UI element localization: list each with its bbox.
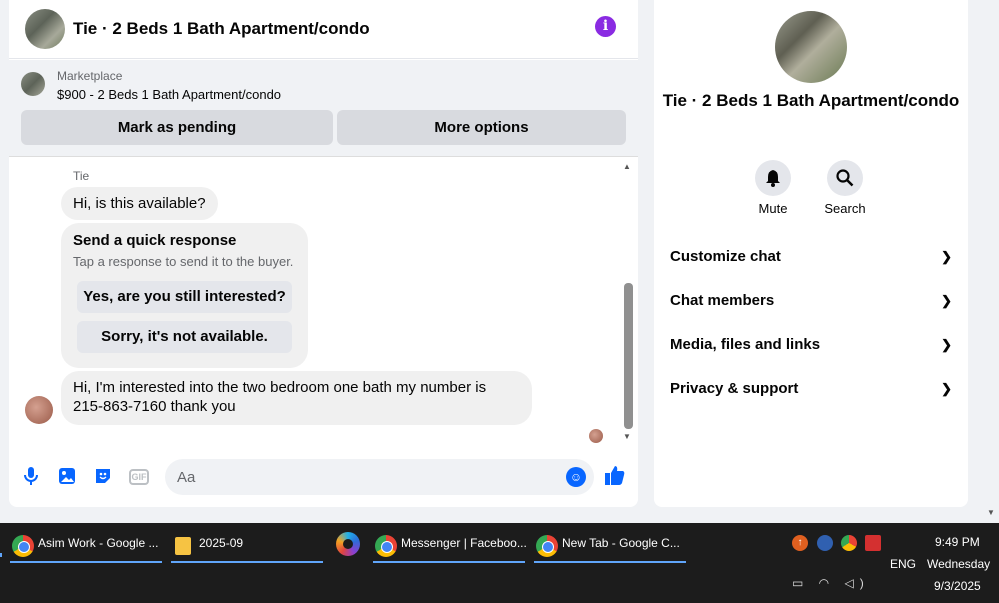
sender-name: Tie <box>73 169 90 183</box>
taskbar-item-label: 2025-09 <box>199 536 244 550</box>
scroll-up-arrow-icon[interactable]: ▲ <box>623 162 631 171</box>
microphone-icon[interactable] <box>21 466 41 488</box>
listing-title[interactable]: $900 - 2 Beds 1 Bath Apartment/condo <box>57 87 281 102</box>
taskbar-edge-indicator <box>0 553 2 557</box>
search-label: Search <box>824 201 866 216</box>
clock-date[interactable]: 9/3/2025 <box>934 579 981 593</box>
app-tray-icon[interactable] <box>817 535 833 551</box>
quick-response-option[interactable]: Yes, are you still interested? <box>77 281 292 313</box>
search-icon <box>827 160 863 196</box>
profile-title: Tie · 2 Beds 1 Bath Apartment/condo <box>662 91 960 110</box>
seen-indicator-avatar <box>589 429 603 443</box>
section-label: Customize chat <box>670 248 781 265</box>
taskbar-item-label: Asim Work - Google ... <box>38 536 159 550</box>
active-indicator <box>534 561 686 563</box>
section-label: Chat members <box>670 292 775 309</box>
chevron-down-icon: ❯ <box>941 337 952 352</box>
taskbar-item-label: New Tab - Google C... <box>562 536 680 550</box>
folder-icon <box>175 537 191 555</box>
customize-chat-section[interactable]: Customize chat ❯ <box>670 243 952 271</box>
chat-members-section[interactable]: Chat members ❯ <box>670 287 952 315</box>
listing-thumbnail[interactable] <box>21 72 45 96</box>
info-icon[interactable]: i <box>595 16 616 37</box>
chrome-icon <box>375 535 397 557</box>
taskbar-item-chrome-asim[interactable]: Asim Work - Google ... <box>10 529 162 563</box>
privacy-support-section[interactable]: Privacy & support ❯ <box>670 375 952 403</box>
mark-as-pending-button[interactable]: Mark as pending <box>21 110 333 145</box>
mute-button[interactable]: Mute <box>743 160 803 216</box>
sender-avatar[interactable] <box>25 396 53 424</box>
clock-day[interactable]: Wednesday <box>927 557 990 571</box>
scrollbar-thumb[interactable] <box>624 283 633 429</box>
bell-icon <box>755 160 791 196</box>
gif-icon[interactable]: GIF <box>129 469 149 485</box>
section-label: Privacy & support <box>670 380 799 397</box>
active-indicator <box>171 561 323 563</box>
taskbar: Asim Work - Google ... 2025-09 Messenger… <box>0 523 999 603</box>
taskbar-item-messenger[interactable]: Messenger | Faceboo... <box>373 529 527 563</box>
more-options-button[interactable]: More options <box>337 110 626 145</box>
emoji-icon[interactable]: ☺ <box>566 467 586 487</box>
chevron-down-icon: ❯ <box>941 381 952 396</box>
sticker-icon[interactable] <box>93 466 113 488</box>
media-files-links-section[interactable]: Media, files and links ❯ <box>670 331 952 359</box>
section-label: Media, files and links <box>670 336 821 353</box>
chevron-down-icon: ❯ <box>941 249 952 264</box>
active-indicator <box>10 561 162 563</box>
quick-response-card: Send a quick response Tap a response to … <box>61 223 308 368</box>
photo-icon[interactable] <box>57 466 77 488</box>
edge-browser-icon[interactable] <box>336 532 360 556</box>
taskbar-item-new-tab[interactable]: New Tab - Google C... <box>534 529 686 563</box>
chrome-icon <box>12 535 34 557</box>
profile-avatar[interactable] <box>775 11 847 83</box>
message-input[interactable] <box>165 459 545 495</box>
scroll-down-arrow-icon[interactable]: ▼ <box>623 432 631 441</box>
marketplace-banner: Marketplace $900 - 2 Beds 1 Bath Apartme… <box>9 60 638 157</box>
thumbs-up-icon[interactable] <box>604 464 626 492</box>
language-indicator[interactable]: ENG <box>890 557 916 571</box>
chevron-down-icon: ❯ <box>941 293 952 308</box>
message-composer: GIF ☺ <box>9 452 638 504</box>
system-status-icons[interactable]: ▭ ◠ ◁) <box>792 576 870 590</box>
media-tray-icon[interactable] <box>865 535 881 551</box>
chat-panel: Tie · 2 Beds 1 Bath Apartment/condo i Ma… <box>9 0 638 507</box>
active-indicator <box>373 561 525 563</box>
quick-response-subtitle: Tap a response to send it to the buyer. <box>73 254 294 269</box>
chat-title[interactable]: Tie · 2 Beds 1 Bath Apartment/condo <box>73 19 370 39</box>
message-list: Tie Hi, is this available? Send a quick … <box>9 158 638 448</box>
message-input-wrapper: ☺ <box>165 459 594 495</box>
taskbar-item-label: Messenger | Faceboo... <box>401 536 527 550</box>
quick-response-option[interactable]: Sorry, it's not available. <box>77 321 292 353</box>
update-tray-icon[interactable]: ↑ <box>792 535 808 551</box>
quick-response-title: Send a quick response <box>73 232 237 249</box>
message-bubble[interactable]: Hi, I'm interested into the two bedroom … <box>61 371 532 425</box>
marketplace-label: Marketplace <box>57 69 123 83</box>
message-bubble[interactable]: Hi, is this available? <box>61 187 218 220</box>
chat-avatar[interactable] <box>25 9 65 49</box>
chrome-tray-icon[interactable] <box>841 535 857 551</box>
chat-header: Tie · 2 Beds 1 Bath Apartment/condo i <box>9 0 638 59</box>
page-scroll-down-arrow-icon[interactable]: ▼ <box>987 508 995 517</box>
chat-details-panel: Tie · 2 Beds 1 Bath Apartment/condo Mute… <box>654 0 968 507</box>
chrome-icon <box>536 535 558 557</box>
taskbar-item-folder[interactable]: 2025-09 <box>171 529 323 563</box>
mute-label: Mute <box>758 201 788 216</box>
clock-time[interactable]: 9:49 PM <box>935 535 980 549</box>
search-button[interactable]: Search <box>815 160 875 216</box>
